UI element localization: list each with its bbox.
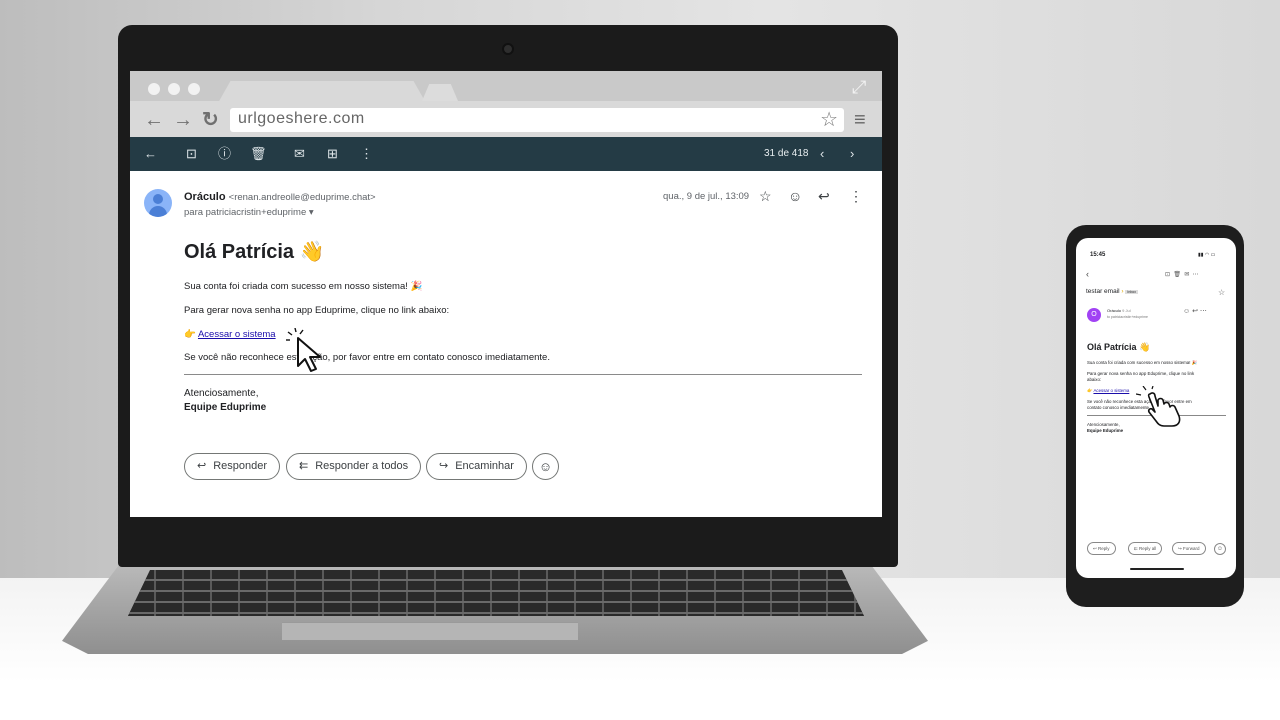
reply-label: Responder <box>213 460 268 472</box>
email-closing: Atenciosamente, <box>184 388 259 399</box>
sender-name: Oráculo <box>184 191 226 203</box>
pointing-hand-emoji: 👉 <box>184 329 196 340</box>
previous-message-icon[interactable]: ‹ <box>820 145 824 163</box>
active-tab[interactable] <box>218 81 426 103</box>
emoji-react-button[interactable]: ☺ <box>532 453 559 480</box>
phone-home-indicator <box>1130 568 1184 570</box>
signature-divider <box>184 374 862 375</box>
window-zoom-dot[interactable] <box>188 83 200 95</box>
email-view: Oráculo <renan.andreolle@eduprime.chat> … <box>130 171 876 517</box>
phone-sender-line: Oráculo 9 Jul <box>1107 308 1131 313</box>
archive-icon[interactable]: ⊡ <box>186 145 197 163</box>
mouse-pointer-icon <box>286 328 321 372</box>
laptop-keyboard-rows <box>128 570 864 616</box>
phone-inbox-label: Inbox <box>1125 290 1138 294</box>
email-line-2: Para gerar nova senha no app Eduprime, c… <box>184 305 450 316</box>
recipient-text: para patriciacristin+eduprime <box>184 207 307 218</box>
phone-line-2a: Para gerar nova senha no app Eduprime, c… <box>1087 371 1195 376</box>
phone-line-1: Sua conta foi criada com sucesso em noss… <box>1087 360 1198 365</box>
phone-header-icons[interactable]: ☺ ↩ ⋯ <box>1183 307 1207 315</box>
phone-forward-label: Forward <box>1183 546 1200 551</box>
phone-emoji-button[interactable]: ☺ <box>1214 543 1226 555</box>
bottom-margin <box>0 682 1280 720</box>
mark-unread-icon[interactable]: ✉ <box>294 145 305 163</box>
phone-forward-button[interactable]: ↪ Forward <box>1172 542 1206 555</box>
phone-star-icon[interactable]: ☆ <box>1218 288 1225 297</box>
phone-reply-button[interactable]: ↩ Reply <box>1087 542 1116 555</box>
phone-back-icon[interactable]: ‹ <box>1086 269 1089 279</box>
reply-all-icon: ⇇ <box>299 460 309 472</box>
window-close-dot[interactable] <box>148 83 160 95</box>
phone-closing: Atenciosamente, <box>1087 422 1120 427</box>
recipient-line[interactable]: para patriciacristin+eduprime ▾ <box>184 207 314 218</box>
fullscreen-icon[interactable]: ⤢ <box>852 77 866 98</box>
message-counter: 31 de 418 <box>764 148 809 159</box>
phone-status-time: 15:45 <box>1090 252 1106 258</box>
phone-link-line: 👉 Acessar o sistema <box>1087 388 1130 393</box>
phone-reply-all-button[interactable]: ⇇ Reply all <box>1128 542 1163 555</box>
star-icon[interactable]: ☆ <box>759 188 772 204</box>
url-text: urlgoeshere.com <box>238 110 365 127</box>
phone-access-link[interactable]: Acessar o sistema <box>1093 388 1129 393</box>
email-line-1: Sua conta foi criada com sucesso em noss… <box>184 281 423 292</box>
email-greeting: Olá Patrícia 👋 <box>184 241 325 263</box>
phone-greeting: Olá Patrícia 👋 <box>1087 342 1151 352</box>
forward-label: Encaminhar <box>455 460 514 472</box>
bookmark-star-icon[interactable]: ☆ <box>820 108 838 132</box>
gmail-toolbar: ← ⊡ ⓘ 🗑 ✉ ⊞ ⋮ 31 de 418 ‹ › <box>130 137 882 171</box>
sender-avatar <box>144 189 172 217</box>
phone-toolbar-icons[interactable]: ⊡ 🗑 ✉ ⋯ <box>1165 271 1199 278</box>
laptop-screen: ⤢ ← → ↻ urlgoeshere.com ☆ ≡ ← ⊡ ⓘ 🗑 ✉ ⊞ … <box>130 71 882 517</box>
reply-arrow-icon: ↩ <box>197 460 207 472</box>
address-bar[interactable]: urlgoeshere.com ☆ <box>230 108 844 132</box>
emoji-reaction-icon[interactable]: ☺ <box>788 188 802 204</box>
phone-sender-meta: 9 Jul <box>1122 308 1131 313</box>
access-system-link[interactable]: Acessar o sistema <box>198 329 276 340</box>
browser-chrome: ⤢ ← → ↻ urlgoeshere.com ☆ ≡ <box>130 71 882 137</box>
more-vert-icon[interactable]: ⋮ <box>849 188 863 204</box>
phone-reply-all-label: Reply all <box>1139 546 1157 551</box>
more-options-icon[interactable]: ⋮ <box>360 145 373 163</box>
phone-subject: testar email › Inbox <box>1086 288 1138 295</box>
phone-line-2b: abaixo: <box>1087 377 1102 382</box>
report-spam-icon[interactable]: ⓘ <box>218 145 231 163</box>
recipient-dropdown-icon[interactable]: ▾ <box>309 207 314 218</box>
forward-button[interactable]: ↪ Encaminhar <box>426 453 527 480</box>
move-to-icon[interactable]: ⊞ <box>327 145 338 163</box>
sender-line: Oráculo <renan.andreolle@eduprime.chat> <box>184 191 376 203</box>
back-arrow-icon[interactable]: ← <box>144 108 164 132</box>
phone-sender-name: Oráculo <box>1107 308 1122 313</box>
camera-icon <box>502 43 514 55</box>
phone-team: Equipe Eduprime <box>1087 428 1124 433</box>
reply-all-button[interactable]: ⇇ Responder a todos <box>286 453 422 480</box>
phone-reply-label: Reply <box>1098 546 1110 551</box>
window-minimize-dot[interactable] <box>168 83 180 95</box>
hand-pointer-icon <box>1136 386 1181 427</box>
back-to-inbox-icon[interactable]: ← <box>144 145 157 163</box>
sender-address: <renan.andreolle@eduprime.chat> <box>228 192 376 203</box>
phone-sender-avatar: O <box>1087 308 1101 322</box>
reply-all-label: Responder a todos <box>315 460 409 472</box>
reload-icon[interactable]: ↻ <box>202 108 219 132</box>
email-link-line: 👉 Acessar o sistema <box>184 329 276 340</box>
delete-icon[interactable]: 🗑 <box>250 145 267 163</box>
email-line-3: Se você não reconhece esta ação, por fav… <box>184 352 550 363</box>
reply-icon[interactable]: ↩ <box>818 188 830 204</box>
phone-status-icons: ▮▮ ◠ ▭ <box>1198 252 1216 258</box>
email-team: Equipe Eduprime <box>184 402 267 413</box>
next-message-icon[interactable]: › <box>850 145 854 163</box>
forward-arrow-icon[interactable]: → <box>173 108 193 132</box>
email-date: qua., 9 de jul., 13:09 <box>663 191 750 202</box>
browser-menu-icon[interactable]: ≡ <box>854 109 866 131</box>
phone-recipient: to patriciacristin+eduprime <box>1107 315 1148 319</box>
phone-subject-text: testar email <box>1086 288 1120 295</box>
reply-button[interactable]: ↩ Responder <box>184 453 281 480</box>
forward-arrow-icon: ↪ <box>439 460 449 472</box>
laptop-trackpad <box>282 622 578 640</box>
